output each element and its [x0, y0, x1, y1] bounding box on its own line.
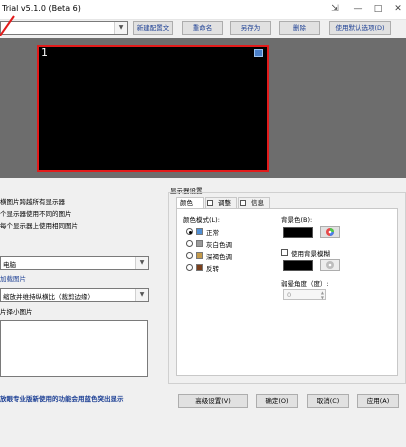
option-different-per-monitor[interactable]: 个显示器使用不同的图片 [0, 208, 72, 218]
source-combo-value: 电脑 [3, 261, 16, 269]
color-wheel-disabled-icon [326, 261, 334, 269]
bg-color-swatch[interactable] [283, 227, 313, 238]
monitor-number: 1 [41, 46, 48, 59]
grayscale-swatch-icon [196, 240, 203, 247]
save-as-button[interactable]: 另存为 [230, 21, 271, 35]
load-image-link[interactable]: 加载图片 [0, 273, 26, 283]
maximize-icon[interactable]: □ [370, 2, 386, 16]
bg-color-picker-button[interactable] [320, 226, 340, 238]
mode-invert-label: 反转 [206, 265, 219, 273]
window-title: Trial v5.1.0 (Beta 6) [2, 4, 81, 13]
color-wheel-icon [326, 228, 334, 236]
radio-grayscale[interactable] [186, 240, 193, 247]
close-icon[interactable]: ✕ [390, 2, 406, 16]
color-mode-label: 颜色模式(L): [183, 216, 220, 224]
small-image-label: 片择小图片 [0, 308, 33, 316]
invert-swatch-icon [196, 264, 203, 271]
mode-grayscale-label: 灰白色调 [206, 241, 232, 249]
tab-adjust-label: 调整 [218, 199, 231, 207]
blur-color-swatch[interactable] [283, 260, 313, 271]
rename-button[interactable]: 重命名 [182, 21, 223, 35]
normal-swatch-icon [196, 228, 203, 235]
tab-info-checkbox[interactable] [240, 200, 246, 206]
ok-button[interactable]: 确定(O) [256, 394, 298, 408]
sepia-swatch-icon [196, 252, 203, 259]
cancel-button[interactable]: 取消(C) [307, 394, 349, 408]
option-same-per-monitor[interactable]: 每个显示器上使用相同图片 [0, 220, 78, 230]
radio-invert[interactable] [186, 264, 193, 271]
mode-normal-label: 正常 [206, 229, 219, 237]
chevron-down-icon[interactable]: ▼ [114, 22, 127, 34]
pin-icon[interactable]: ⇲ [327, 2, 343, 16]
option-span-all[interactable]: 横图片跨越所有显示器 [0, 196, 65, 206]
apply-button[interactable]: 应用(A) [357, 394, 399, 408]
bg-color-label: 背景色(B): [281, 216, 313, 224]
radio-normal[interactable] [186, 228, 193, 235]
tab-info-label: 信息 [251, 199, 264, 207]
spinner-arrows-icon[interactable]: ▲ ▼ [321, 290, 324, 300]
scale-mode-combo[interactable]: 缩放并维持纵横比（裁剪边缘） ▼ [0, 288, 149, 302]
mode-sepia-label: 深褐色调 [206, 253, 232, 261]
pro-feature-note: 放眼专业版新使用的功能会用蓝色突出显示 [0, 395, 124, 403]
radio-sepia[interactable] [186, 252, 193, 259]
red-arrow-annotation [0, 14, 22, 36]
new-config-button[interactable]: 新建配置文 [133, 21, 173, 35]
minimize-icon[interactable]: — [350, 2, 366, 16]
blur-angle-spinner[interactable]: 0 ▲ ▼ [283, 289, 326, 300]
chevron-down-icon[interactable]: ▼ [135, 289, 148, 301]
image-list-box[interactable] [0, 320, 148, 377]
use-bg-blur-label: 使用背景模糊 [291, 250, 330, 258]
chevron-down-icon[interactable]: ▼ [135, 257, 148, 269]
source-combo[interactable]: 电脑 ▼ [0, 256, 149, 270]
tab-color-label: 颜色 [180, 199, 193, 207]
blur-angle-value: 0 [287, 291, 292, 299]
use-bg-blur-checkbox[interactable] [281, 249, 288, 256]
monitor-1[interactable] [37, 45, 269, 172]
use-defaults-button[interactable]: 使用默认选项(D) [329, 21, 391, 35]
delete-button[interactable]: 删除 [279, 21, 320, 35]
monitor-icon[interactable] [254, 49, 263, 57]
blur-color-picker-button[interactable] [320, 259, 340, 271]
blur-angle-label: 弱晕角度（度）: [281, 280, 329, 288]
scale-mode-value: 缩放并维持纵横比（裁剪边缘） [3, 293, 94, 301]
tab-adjust-checkbox[interactable] [207, 200, 213, 206]
advanced-settings-button[interactable]: 高级设置(V) [178, 394, 248, 408]
